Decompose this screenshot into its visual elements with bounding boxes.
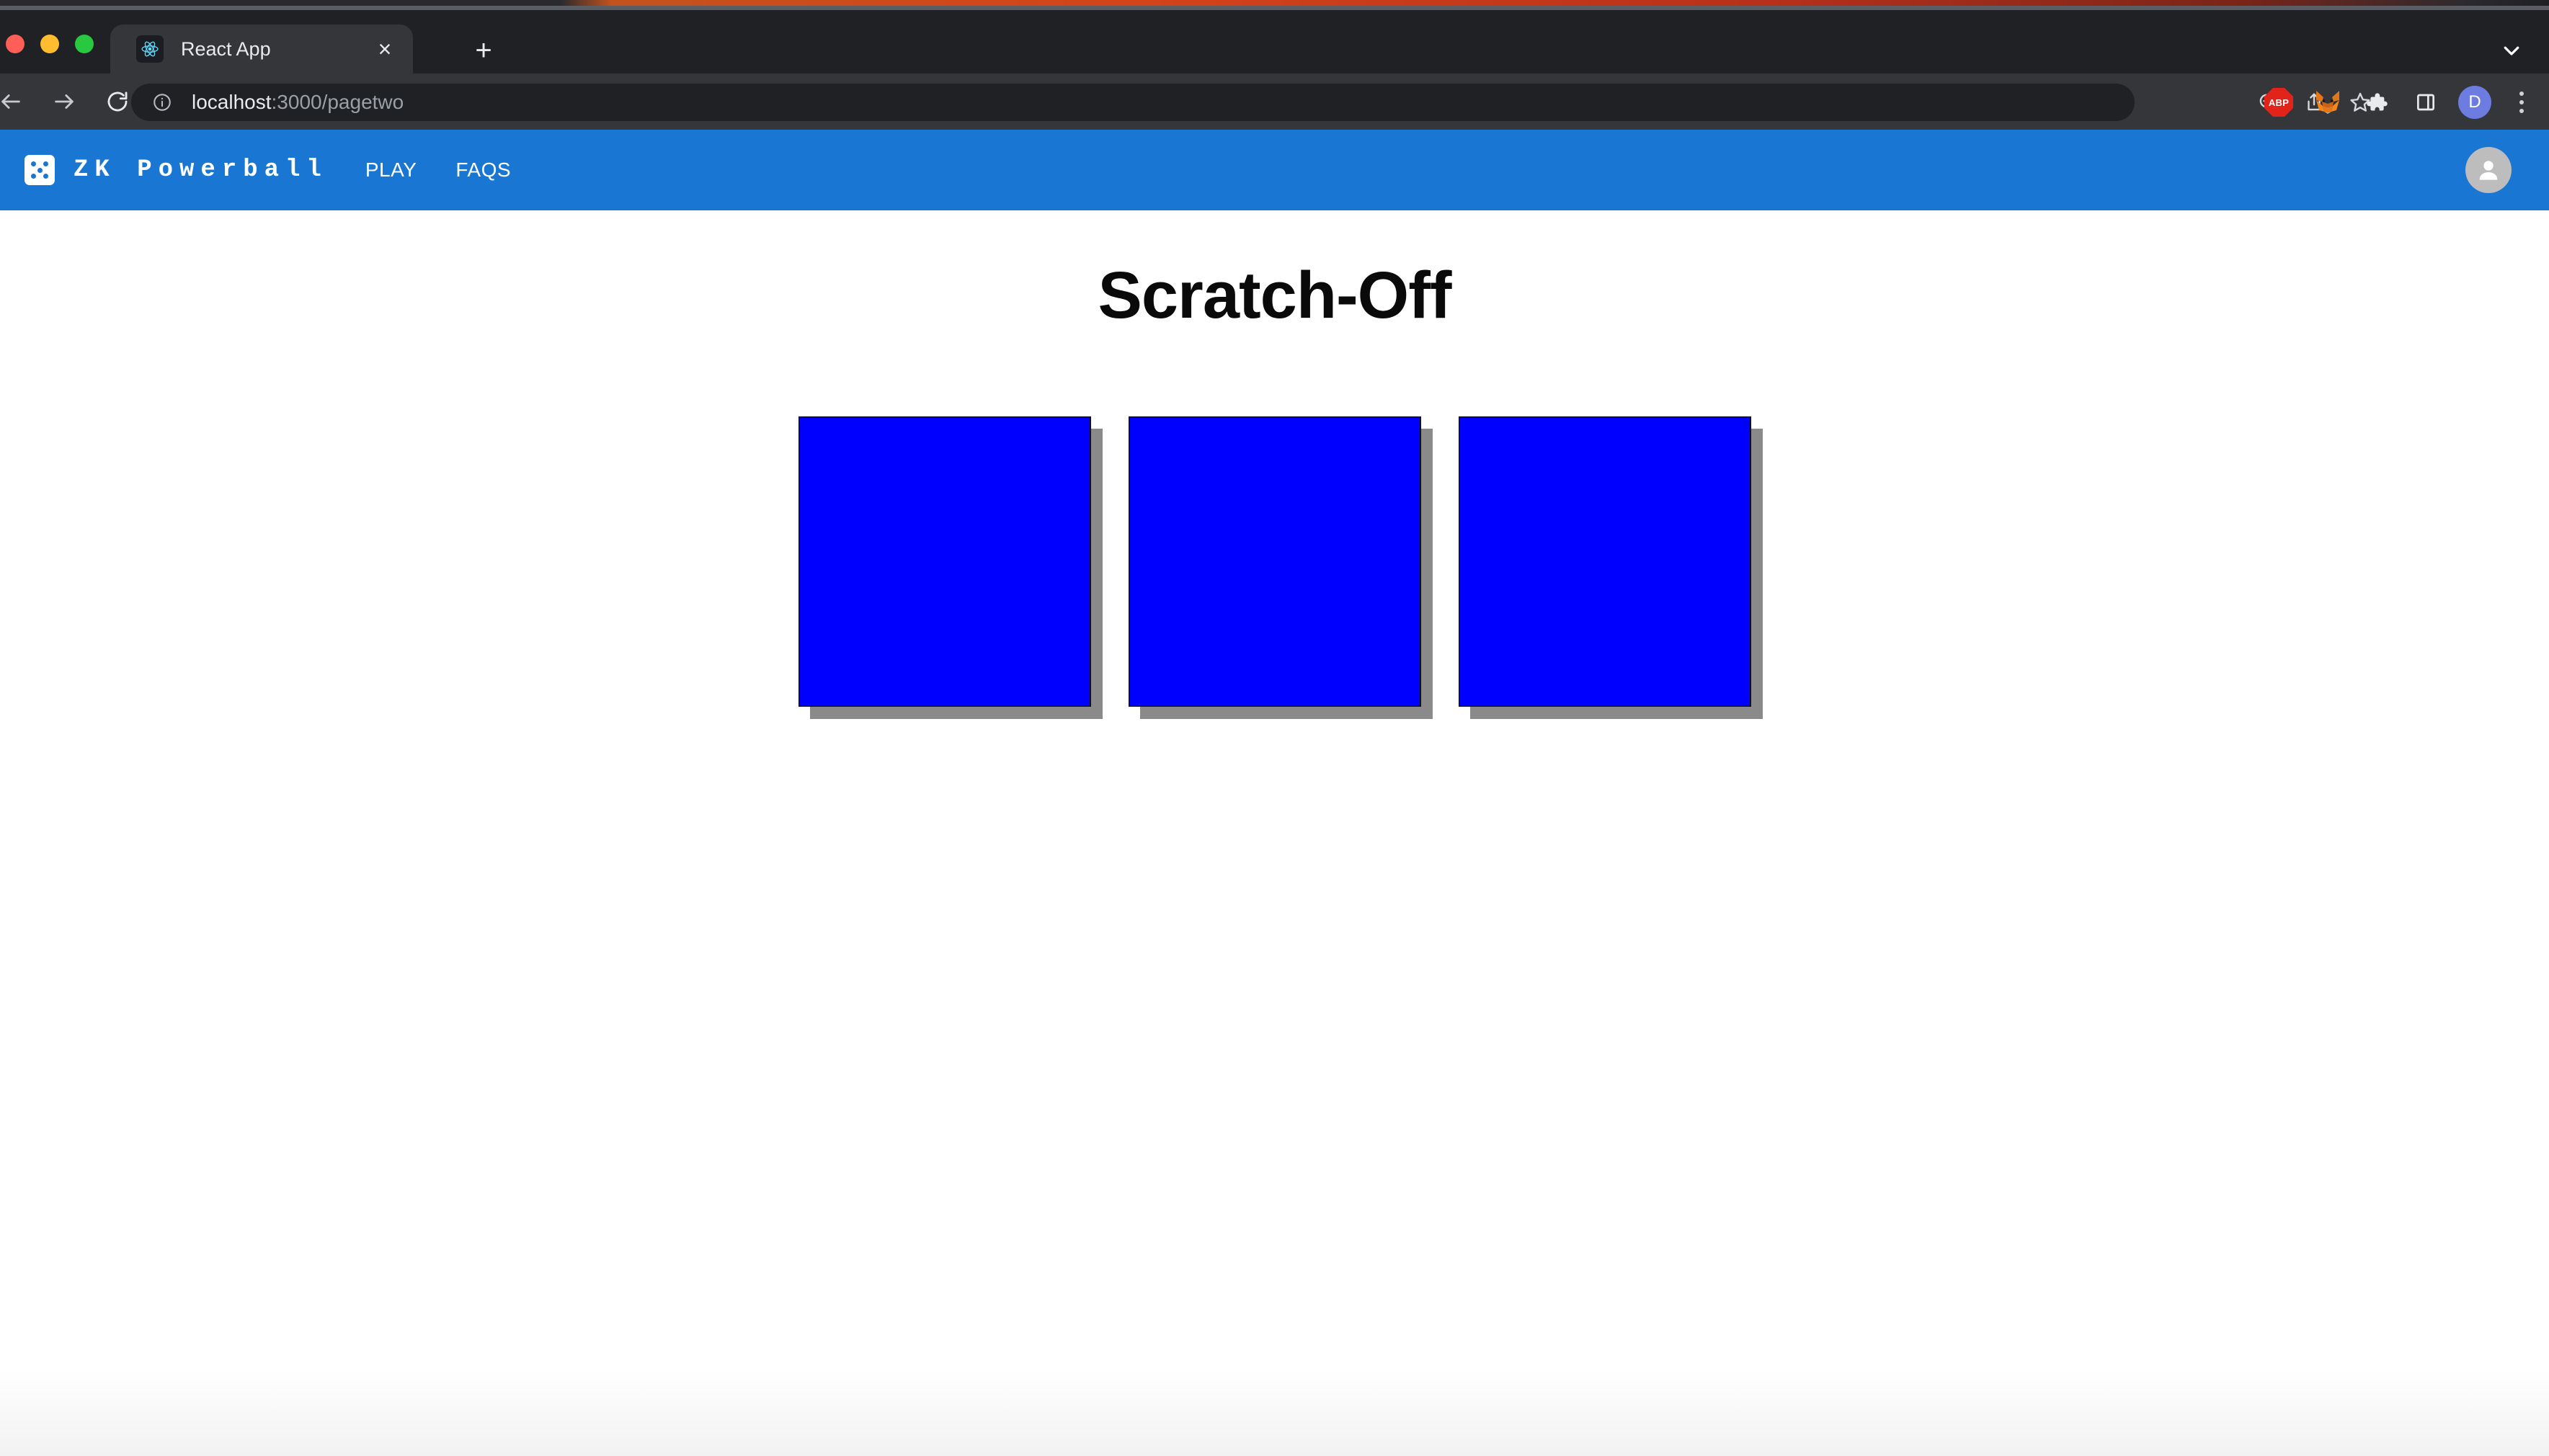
react-logo-icon bbox=[136, 35, 164, 63]
adblock-plus-icon[interactable]: ABP bbox=[2262, 86, 2295, 119]
scratch-card[interactable] bbox=[1128, 416, 1421, 707]
url-bar[interactable]: localhost:3000/pagetwo bbox=[131, 84, 2135, 121]
extension-icons: ABP D bbox=[2262, 82, 2536, 122]
menu-dot bbox=[2519, 91, 2524, 96]
brand-name: ZK Powerball bbox=[74, 156, 328, 184]
dice-five-icon bbox=[25, 155, 55, 185]
menu-dot bbox=[2519, 109, 2524, 113]
url-path: :3000/pagetwo bbox=[271, 91, 404, 113]
browser-toolbar: localhost:3000/pagetwo ABP D bbox=[0, 73, 2549, 130]
profile-initial: D bbox=[2458, 86, 2491, 119]
nav-link-play[interactable]: PLAY bbox=[365, 158, 417, 182]
scratch-card[interactable] bbox=[1458, 416, 1751, 707]
page-title: Scratch-Off bbox=[1098, 259, 1452, 332]
scratch-card[interactable] bbox=[798, 416, 1091, 707]
info-circle-icon[interactable] bbox=[150, 90, 174, 115]
tab-strip: React App × + bbox=[0, 10, 2549, 73]
three-dot-menu-icon[interactable] bbox=[2507, 86, 2536, 119]
menu-dot bbox=[2519, 100, 2524, 104]
screen-top-edge-strip bbox=[0, 0, 2549, 6]
tab-title: React App bbox=[181, 37, 271, 60]
main-content: Scratch-Off bbox=[0, 258, 2549, 707]
browser-chrome: React App × + localhost:3000/pagetwo ABP… bbox=[0, 10, 2549, 130]
window-minimize-button[interactable] bbox=[40, 35, 59, 53]
adblock-plus-label: ABP bbox=[2264, 88, 2293, 117]
window-close-button[interactable] bbox=[6, 35, 25, 53]
window-maximize-button[interactable] bbox=[75, 35, 94, 53]
url-text: localhost:3000/pagetwo bbox=[192, 91, 404, 114]
brand[interactable]: ZK Powerball bbox=[25, 155, 328, 185]
app-nav-links: PLAY FAQS bbox=[365, 158, 511, 182]
side-panel-icon[interactable] bbox=[2409, 86, 2442, 119]
arrow-left-icon[interactable] bbox=[0, 79, 33, 124]
new-tab-button[interactable]: + bbox=[467, 34, 500, 67]
person-avatar-icon[interactable] bbox=[2465, 147, 2512, 193]
browser-tab-react-app[interactable]: React App × bbox=[110, 24, 413, 73]
scratch-card-list bbox=[0, 416, 2549, 707]
chevron-down-icon[interactable] bbox=[2496, 35, 2527, 66]
page-viewport: ZK Powerball PLAY FAQS Scratch-Off bbox=[0, 130, 2549, 1456]
window-controls bbox=[6, 35, 94, 53]
metamask-fox-icon[interactable] bbox=[2311, 86, 2344, 119]
url-host: localhost bbox=[192, 91, 272, 113]
app-navbar: ZK Powerball PLAY FAQS bbox=[0, 130, 2549, 210]
tab-close-button[interactable]: × bbox=[368, 32, 401, 66]
extensions-puzzle-icon[interactable] bbox=[2360, 86, 2393, 119]
arrow-right-icon[interactable] bbox=[42, 79, 86, 124]
profile-avatar[interactable]: D bbox=[2458, 86, 2491, 119]
nav-link-faqs[interactable]: FAQS bbox=[455, 158, 511, 182]
page-bottom-fade bbox=[0, 1370, 2549, 1456]
